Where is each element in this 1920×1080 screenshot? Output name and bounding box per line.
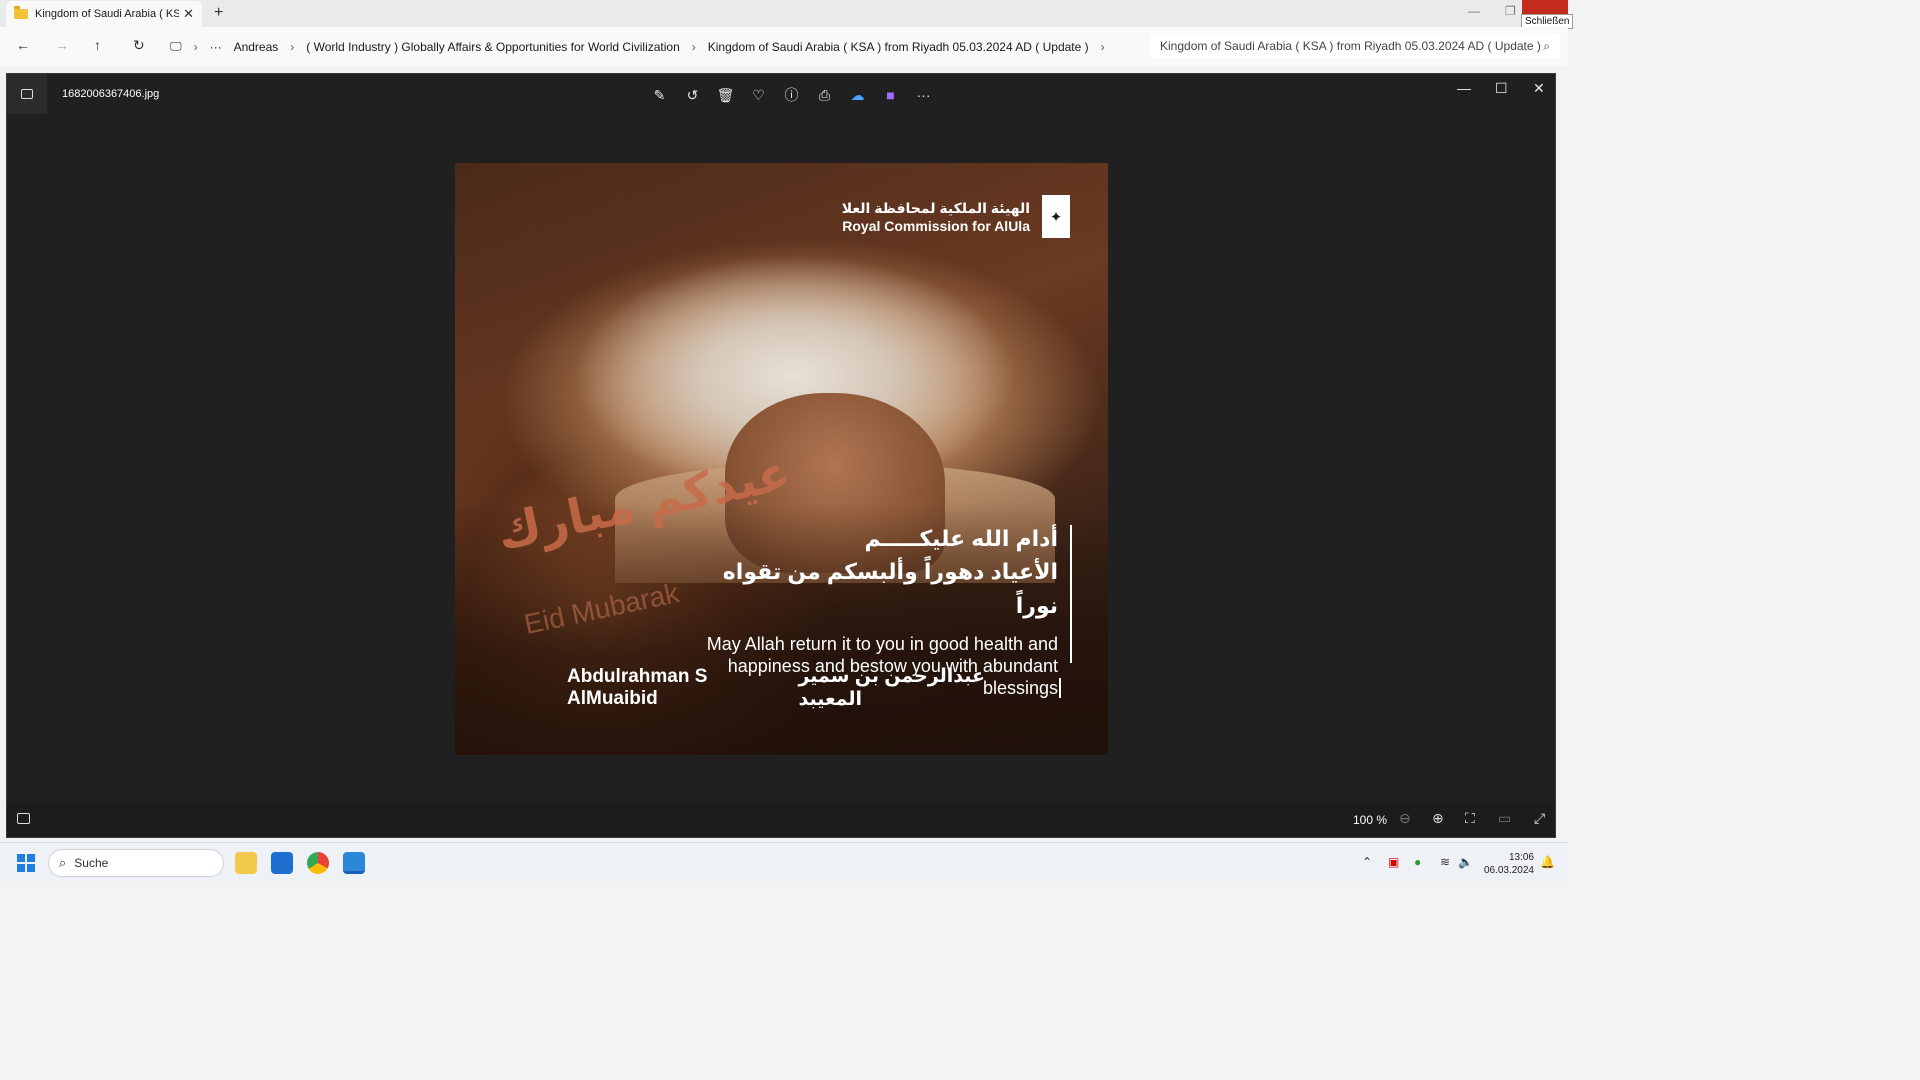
- favorite-icon[interactable]: ♡: [742, 85, 775, 105]
- tab-explorer[interactable]: Kingdom of Saudi Arabia ( KSA ✕: [6, 1, 202, 27]
- commission-name-ar: الهيئة الملكية لمحافظة العلا: [841, 199, 1030, 216]
- print-icon[interactable]: ⎙: [808, 85, 841, 105]
- viewer-maximize-icon[interactable]: ☐: [1495, 80, 1508, 97]
- viewer-titlebar: 1682006367406.jpg ✎ ↺ 🗑 ♡ ⓘ ⎙ ☁ ■ ··· — …: [7, 74, 1555, 115]
- folder-icon: [14, 6, 28, 19]
- forward-icon[interactable]: →: [55, 37, 69, 53]
- photos-app-icon: [7, 74, 47, 114]
- breadcrumb-item[interactable]: ( World Industry ) Globally Affairs & Op…: [306, 40, 679, 54]
- clock[interactable]: 13:06 06.03.2024: [1476, 851, 1534, 877]
- search-text: Kingdom of Saudi Arabia ( KSA ) from Riy…: [1160, 39, 1544, 53]
- viewer-minimize-icon[interactable]: —: [1457, 80, 1471, 96]
- wifi-icon[interactable]: ≋: [1440, 855, 1450, 869]
- onedrive-icon[interactable]: ☁: [841, 85, 874, 105]
- search-icon: ⌕: [59, 855, 67, 870]
- fullscreen-icon[interactable]: ⤢: [1534, 810, 1545, 827]
- security-icon[interactable]: ●: [1414, 855, 1421, 869]
- signer: Abdulrahman S AlMuaibid عبدالرحمن بن سمي…: [567, 666, 1061, 710]
- fit-icon[interactable]: ⛶: [1465, 810, 1475, 827]
- taskbar: ⌕ Suche ⌃ ▣ ● ≋ 🔈 13:06 06.03.2024 🔔: [0, 842, 1568, 882]
- commission-name-en: Royal Commission for AlUla: [842, 217, 1030, 234]
- more-icon[interactable]: ···: [907, 85, 940, 105]
- signer-ar: عبدالرحمن بن سمير المعيبد: [798, 666, 985, 710]
- windows-start-icon[interactable]: [17, 854, 35, 872]
- explorer-search-input[interactable]: Kingdom of Saudi Arabia ( KSA ) from Riy…: [1150, 33, 1560, 59]
- file-name: 1682006367406.jpg: [62, 88, 160, 100]
- chevron-right-icon[interactable]: ›: [290, 40, 294, 54]
- breadcrumb: 🖵 › ··· Andreas › ( World Industry ) Glo…: [170, 34, 1145, 59]
- up-icon[interactable]: ↑: [94, 37, 101, 53]
- restore-icon[interactable]: ❐: [1505, 4, 1516, 18]
- taskbar-search-label: Suche: [74, 856, 109, 870]
- saudi-emblem-icon: ✦: [1042, 195, 1070, 238]
- photos-window: 1682006367406.jpg ✎ ↺ 🗑 ♡ ⓘ ⎙ ☁ ■ ··· — …: [6, 73, 1556, 838]
- back-icon[interactable]: ←: [16, 37, 30, 53]
- filmstrip-icon[interactable]: [17, 813, 30, 824]
- photos-icon[interactable]: [343, 852, 365, 874]
- file-explorer-icon[interactable]: [235, 852, 257, 874]
- viewer-bottombar: 100 % ⊖ ⊕ ⛶ ▭ ⤢: [7, 803, 1555, 837]
- edit-icon[interactable]: ✎: [643, 85, 676, 105]
- delete-icon[interactable]: 🗑: [709, 85, 742, 105]
- zoom-in-icon[interactable]: ⊕: [1432, 810, 1444, 827]
- signer-en: Abdulrahman S AlMuaibid: [567, 666, 708, 709]
- breadcrumb-item[interactable]: Andreas: [234, 40, 279, 54]
- viewer-toolbar: ✎ ↺ 🗑 ♡ ⓘ ⎙ ☁ ■ ···: [643, 85, 940, 105]
- chevron-right-icon[interactable]: ›: [1101, 40, 1105, 54]
- store-icon[interactable]: [271, 852, 293, 874]
- clock-date: 06.03.2024: [1483, 865, 1534, 876]
- zoom-level[interactable]: 100 %: [1353, 813, 1387, 827]
- viewer-close-icon[interactable]: ✕: [1533, 80, 1545, 97]
- tab-close-button[interactable]: ✕: [183, 6, 194, 22]
- zoom-out-icon[interactable]: ⊖: [1399, 810, 1411, 827]
- tab-title: Kingdom of Saudi Arabia ( KSA: [35, 8, 180, 20]
- info-icon[interactable]: ⓘ: [775, 85, 808, 105]
- more-crumbs-icon[interactable]: ···: [210, 40, 222, 54]
- notification-icon[interactable]: 🔔: [1540, 855, 1555, 869]
- minimize-icon[interactable]: —: [1468, 4, 1480, 18]
- clipchamp-icon[interactable]: ■: [874, 85, 907, 105]
- actual-size-icon[interactable]: ▭: [1498, 810, 1511, 827]
- acrobat-icon[interactable]: ▣: [1388, 855, 1399, 869]
- chevron-right-icon[interactable]: ›: [194, 40, 198, 54]
- greeting-ar-line2: الأعياد دهوراً وألبسكم من تقواه نوراً: [722, 559, 1058, 618]
- explorer-tabbar: Kingdom of Saudi Arabia ( KSA ✕ + — ❐ Sc…: [0, 0, 1574, 29]
- royal-commission-logo: الهيئة الملكية لمحافظة العلا Royal Commi…: [842, 195, 1070, 238]
- photo-image: الهيئة الملكية لمحافظة العلا Royal Commi…: [455, 163, 1108, 755]
- refresh-icon[interactable]: ↻: [133, 37, 145, 54]
- greeting-ar-line1: أدام الله عليكـــــم: [864, 526, 1058, 551]
- breadcrumb-item[interactable]: Kingdom of Saudi Arabia ( KSA ) from Riy…: [708, 40, 1089, 54]
- new-tab-button[interactable]: +: [214, 4, 223, 22]
- tray-chevron-icon[interactable]: ⌃: [1362, 855, 1372, 869]
- chevron-right-icon[interactable]: ›: [692, 40, 696, 54]
- pc-icon[interactable]: 🖵: [170, 39, 182, 54]
- rotate-icon[interactable]: ↺: [676, 85, 709, 105]
- chrome-icon[interactable]: [307, 852, 329, 874]
- clock-time: 13:06: [1508, 852, 1534, 863]
- search-icon[interactable]: ⌕: [1543, 39, 1550, 54]
- taskbar-search[interactable]: ⌕ Suche: [48, 849, 224, 877]
- volume-icon[interactable]: 🔈: [1458, 855, 1473, 869]
